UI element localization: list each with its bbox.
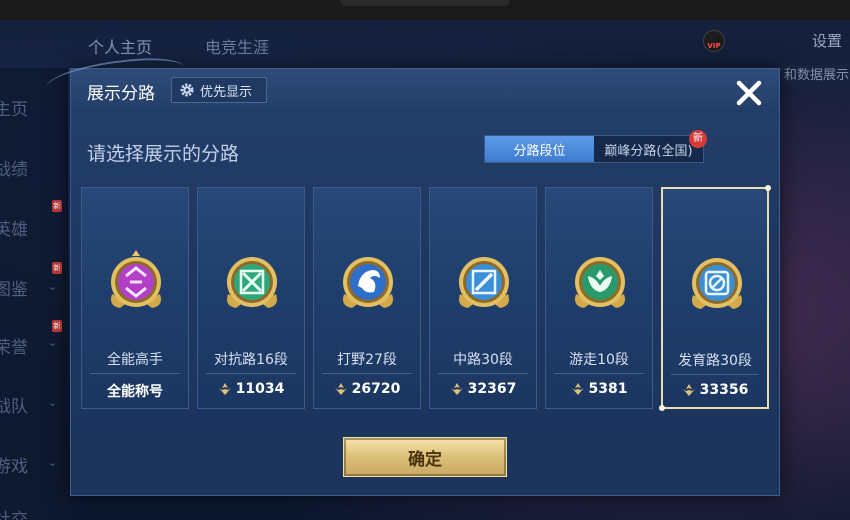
side-item-social[interactable]: 社交 <box>0 505 28 520</box>
card-label: 对抗路16段 <box>214 352 288 368</box>
card-score: 26720 <box>314 381 420 397</box>
card-divider <box>671 374 759 375</box>
score-icon <box>682 384 695 396</box>
staff-emblem-icon <box>459 257 509 308</box>
confirm-button[interactable]: 确定 <box>343 437 507 477</box>
priority-display-button[interactable]: 优先显示 <box>171 77 267 103</box>
dragon-emblem-icon <box>343 257 393 308</box>
gear-icon <box>180 83 194 97</box>
lane-card-mid[interactable]: 中路30段 32367 <box>429 187 537 409</box>
card-divider <box>206 373 296 374</box>
selection-corner-dot <box>659 405 665 411</box>
card-label: 全能高手 <box>107 352 163 368</box>
tab-peak-lane-label: 巅峰分路(全国) <box>604 143 693 159</box>
lane-card-roam[interactable]: 游走10段 5381 <box>545 187 653 409</box>
card-label: 游走10段 <box>569 352 629 368</box>
bg-tab-esports[interactable]: 电竞生涯 <box>205 34 269 58</box>
dialog-subtitle: 请选择展示的分路 <box>87 143 240 165</box>
wings-emblem-icon <box>575 257 625 308</box>
bg-settings-button[interactable]: 设置 <box>812 30 842 51</box>
card-label: 中路30段 <box>453 352 513 368</box>
selection-corner-dot <box>765 185 771 191</box>
side-item-hero[interactable]: 英雄 <box>0 215 28 240</box>
side-item-honor[interactable]: 荣誉 <box>0 333 28 358</box>
card-divider <box>90 373 180 374</box>
chevron-down-icon: ⌄ <box>48 456 58 469</box>
chevron-down-icon: ⌄ <box>48 280 58 293</box>
score-icon <box>571 383 584 395</box>
card-divider <box>554 373 644 374</box>
side-new-badge: 新 <box>52 320 62 332</box>
card-title-text: 全能称号 <box>107 384 163 400</box>
lane-display-dialog: 展示分路 优先显示 请选择展示的分路 分路段位 巅峰分路(全国) 新 全能高手 … <box>43 53 780 496</box>
lane-card-jungle[interactable]: 打野27段 26720 <box>313 187 421 409</box>
lane-card-farm[interactable]: 发育路30段 33356 <box>659 185 771 411</box>
side-item-record[interactable]: 战绩 <box>0 155 28 180</box>
card-score: 11034 <box>198 381 304 397</box>
crossed-swords-emblem-icon <box>227 257 277 308</box>
lane-card-all-round[interactable]: 全能高手 全能称号 <box>81 187 189 409</box>
bow-emblem-icon <box>692 258 742 309</box>
score-value: 33356 <box>699 382 749 398</box>
chevron-down-icon: ⌄ <box>48 396 58 409</box>
priority-display-label: 优先显示 <box>200 84 253 100</box>
side-new-badge: 新 <box>52 262 62 274</box>
score-value: 32367 <box>467 381 517 397</box>
lane-card-clash[interactable]: 对抗路16段 11034 <box>197 187 305 409</box>
side-item-game[interactable]: 游戏 <box>0 452 28 477</box>
card-divider <box>438 373 528 374</box>
score-value: 11034 <box>235 381 285 397</box>
new-badge: 新 <box>689 130 707 148</box>
tab-peak-lane[interactable]: 巅峰分路(全国) 新 <box>594 130 707 162</box>
dialog-title: 展示分路 <box>87 84 155 104</box>
card-score: 32367 <box>430 381 536 397</box>
score-value: 5381 <box>588 381 628 397</box>
all-round-emblem-icon <box>111 250 161 308</box>
chevron-down-icon: ⌄ <box>48 336 58 349</box>
score-icon <box>450 383 463 395</box>
side-item-team[interactable]: 战队 <box>0 392 28 417</box>
score-icon <box>218 383 231 395</box>
score-icon <box>334 383 347 395</box>
tab-lane-rank[interactable]: 分路段位 <box>485 136 594 162</box>
side-item-home[interactable]: 主页 <box>0 95 28 120</box>
side-new-badge: 新 <box>52 200 62 212</box>
card-score: 5381 <box>546 381 652 397</box>
device-top-bar <box>0 0 850 20</box>
side-item-codex[interactable]: 图鉴 <box>0 275 28 300</box>
card-score: 33356 <box>663 382 767 398</box>
bg-right-strip: 和数据展示 <box>780 65 850 87</box>
bg-tab-profile[interactable]: 个人主页 <box>88 34 152 58</box>
close-icon[interactable] <box>731 75 767 111</box>
card-divider <box>322 373 412 374</box>
lane-type-tabs: 分路段位 巅峰分路(全国) 新 <box>484 130 707 163</box>
vip-badge-icon: VIP <box>703 30 725 52</box>
card-label: 打野27段 <box>337 352 397 368</box>
score-value: 26720 <box>351 381 401 397</box>
card-label: 发育路30段 <box>678 353 752 369</box>
